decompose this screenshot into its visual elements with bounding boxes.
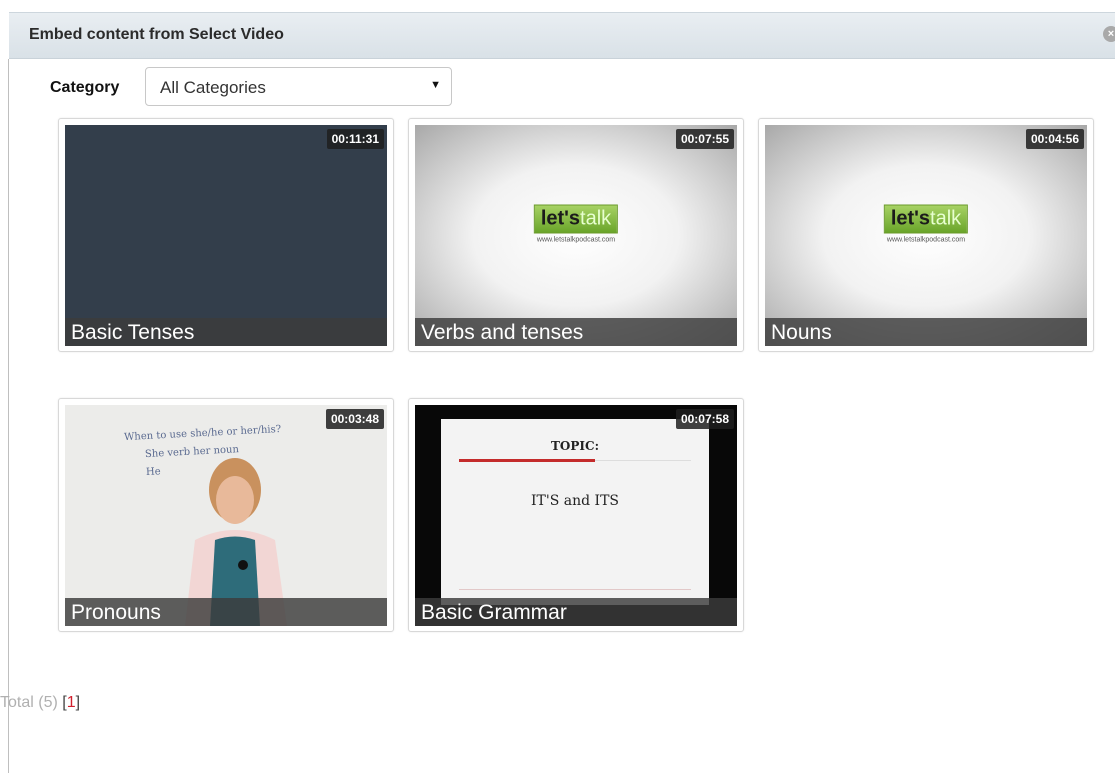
category-label: Category — [50, 79, 120, 96]
video-title: Basic Grammar — [415, 598, 737, 626]
close-icon[interactable]: × — [1103, 26, 1115, 42]
category-select[interactable]: All Categories ▼ — [145, 67, 452, 106]
video-duration: 00:04:56 — [1025, 129, 1084, 149]
video-thumbnail: TOPIC: IT'S and ITS 00:07:58 Basic Gramm… — [415, 405, 737, 626]
teacher-image — [185, 458, 287, 626]
video-duration: 00:07:55 — [675, 129, 734, 149]
video-duration: 00:11:31 — [326, 129, 384, 149]
video-card-basic-tenses[interactable]: 00:11:31 Basic Tenses — [58, 118, 394, 352]
pagination: Total (5) [1] — [0, 694, 80, 712]
dialog-header: Embed content from Select Video × — [9, 12, 1115, 59]
dialog-left-border — [8, 59, 9, 773]
video-duration: 00:07:58 — [675, 409, 734, 429]
video-thumbnail: let'stalk www.letstalkpodcast.com 00:07:… — [415, 125, 737, 346]
video-card-verbs-and-tenses[interactable]: let'stalk www.letstalkpodcast.com 00:07:… — [408, 118, 744, 352]
topic-slide: TOPIC: IT'S and ITS — [441, 419, 709, 605]
video-card-pronouns[interactable]: When to use she/he or her/his? She verb … — [58, 398, 394, 632]
video-title: Nouns — [765, 318, 1087, 346]
video-card-basic-grammar[interactable]: TOPIC: IT'S and ITS 00:07:58 Basic Gramm… — [408, 398, 744, 632]
dialog-title: Embed content from Select Video — [29, 26, 284, 43]
total-count: Total (5) — [0, 694, 58, 711]
page-bracket-close: ] — [75, 694, 81, 711]
video-title: Verbs and tenses — [415, 318, 737, 346]
lets-talk-logo: let'stalk www.letstalkpodcast.com — [533, 204, 619, 244]
chevron-down-icon: ▼ — [430, 79, 441, 91]
video-thumbnail: 00:11:31 Basic Tenses — [65, 125, 387, 346]
page-link-1[interactable]: 1 — [67, 694, 76, 711]
video-title: Pronouns — [65, 598, 387, 626]
video-title: Basic Tenses — [65, 318, 387, 346]
video-card-nouns[interactable]: let'stalk www.letstalkpodcast.com 00:04:… — [758, 118, 1094, 352]
video-duration: 00:03:48 — [325, 409, 384, 429]
video-thumbnail: let'stalk www.letstalkpodcast.com 00:04:… — [765, 125, 1087, 346]
category-select-value: All Categories — [160, 78, 266, 97]
video-thumbnail: When to use she/he or her/his? She verb … — [65, 405, 387, 626]
lets-talk-logo: let'stalk www.letstalkpodcast.com — [883, 204, 969, 244]
